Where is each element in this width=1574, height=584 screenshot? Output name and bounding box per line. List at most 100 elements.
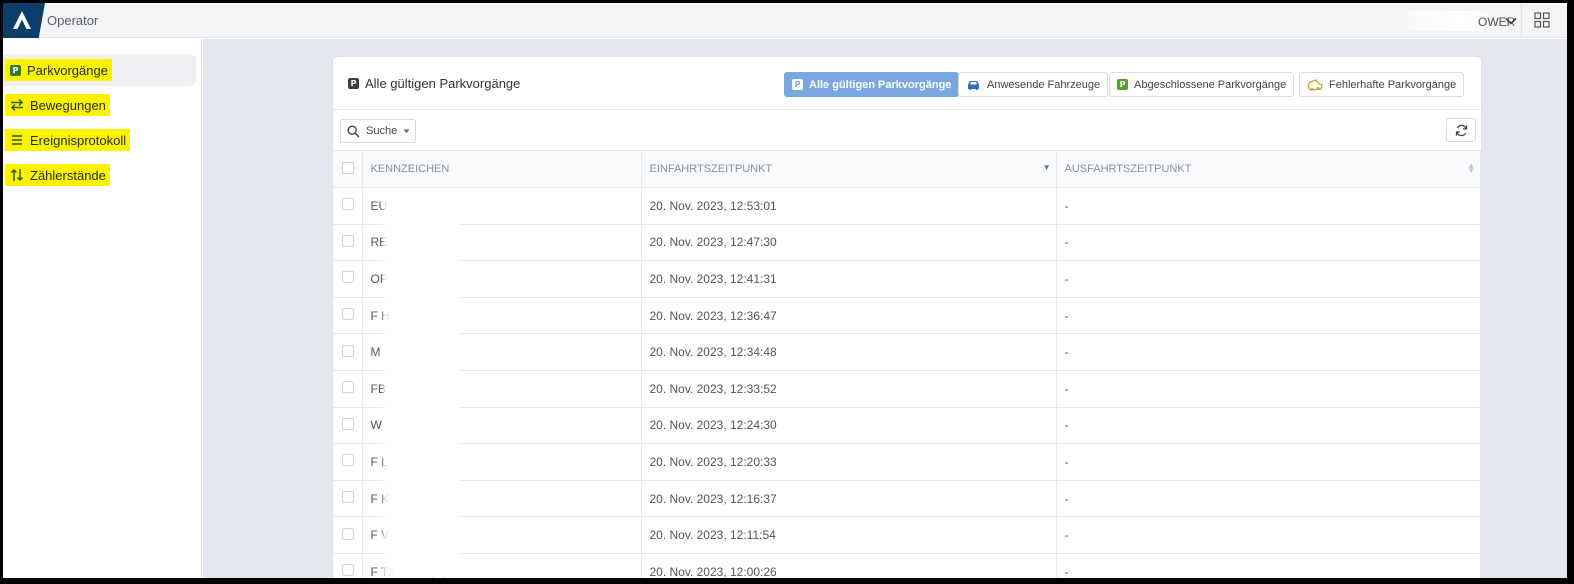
row-select-cell [333,333,363,371]
filter-label: Alle gültigen Parkvorgänge [809,78,952,91]
entry-time-cell: 20. Nov. 2023, 12:33:52 [641,370,1057,408]
row-select-cell [333,187,363,225]
table-row[interactable]: F TX 8888 (D)20. Nov. 2023, 12:00:26- [333,553,1481,578]
select-all-cell [333,150,363,188]
table-row[interactable]: F K 20. Nov. 2023, 12:16:37- [333,480,1481,518]
row-select-cell [333,407,363,445]
row-select-cell [333,443,363,481]
table-row[interactable]: EU 20. Nov. 2023, 12:53:01- [333,187,1481,225]
entry-time-cell: 20. Nov. 2023, 12:24:30 [641,407,1057,445]
row-checkbox[interactable] [342,271,354,284]
row-checkbox[interactable] [342,308,354,321]
entry-time-cell: 20. Nov. 2023, 12:53:01 [641,187,1057,225]
row-select-cell [333,516,363,554]
card-title-text: Alle gültigen Parkvorgänge [365,76,521,91]
sidebar-item-label: Bewegungen [30,97,106,113]
column-header-label: AUSFAHRTSZEITPUNKT [1064,163,1192,175]
table-header-row: KENNZEICHEN EINFAHRTSZEITPUNKT ▼ AUSFAHR… [333,150,1481,188]
table-toolbar: Suche [333,111,1481,151]
sidebar-item-label: Ereignisprotokoll [30,132,127,148]
row-checkbox[interactable] [342,381,354,394]
filter-present-vehicles-button[interactable]: Anwesende Fahrzeuge [958,72,1109,97]
swap-arrows-icon [10,98,24,112]
refresh-icon [1455,124,1467,136]
row-checkbox[interactable] [342,527,354,540]
caret-down-icon [403,129,410,133]
row-checkbox[interactable] [342,234,354,247]
select-all-checkbox[interactable] [342,161,354,174]
entry-time-cell: 20. Nov. 2023, 12:47:30 [641,224,1057,262]
table-row[interactable]: F V 20. Nov. 2023, 12:11:54- [333,516,1481,554]
car-crash-icon [1307,78,1323,91]
table-row[interactable]: F H 20. Nov. 2023, 12:36:47- [333,297,1481,335]
filter-faulty-button[interactable]: Fehlerhafte Parkvorgänge [1299,72,1465,97]
exit-time-cell: - [1056,224,1481,262]
row-checkbox[interactable] [342,198,354,211]
sidebar: P Parkvorgänge Bewegungen Ereignisprotok… [3,39,202,578]
sidebar-item-label: Zählerstände [30,167,106,183]
topbar-divider [1521,3,1522,38]
row-checkbox[interactable] [342,454,354,467]
sidebar-item-label: Parkvorgänge [27,62,108,78]
row-checkbox[interactable] [342,344,354,357]
column-header-exit[interactable]: AUSFAHRTSZEITPUNKT ▲ ▼ [1056,150,1481,188]
row-select-cell [333,553,363,578]
row-checkbox[interactable] [342,491,354,504]
exit-time-cell: - [1056,443,1481,481]
chevron-down-icon [1505,17,1517,25]
sidebar-item-ereignisprotokoll[interactable]: Ereignisprotokoll [3,124,196,156]
table-row[interactable]: M 20. Nov. 2023, 12:34:48- [333,333,1481,371]
nav-highlight: P Parkvorgänge [5,59,112,81]
parking-icon: P [792,79,803,90]
filter-label: Fehlerhafte Parkvorgänge [1329,78,1457,91]
table-row[interactable]: W 20. Nov. 2023, 12:24:30- [333,407,1481,445]
sort-arrows-icon [10,168,24,182]
row-select-cell [333,260,363,298]
table-row[interactable]: FB 20. Nov. 2023, 12:33:52- [333,370,1481,408]
filter-label: Abgeschlossene Parkvorgänge [1134,78,1287,91]
list-icon [12,135,22,145]
parking-table: KENNZEICHEN EINFAHRTSZEITPUNKT ▼ AUSFAHR… [333,150,1481,578]
filter-all-valid-button[interactable]: P Alle gültigen Parkvorgänge [784,72,960,97]
sidebar-item-zaehlerstaende[interactable]: Zählerstände [3,159,196,191]
column-header-plate[interactable]: KENNZEICHEN [362,150,642,188]
entry-time-cell: 20. Nov. 2023, 12:20:33 [641,443,1057,481]
exit-time-cell: - [1056,260,1481,298]
filter-completed-button[interactable]: P Abgeschlossene Parkvorgänge [1109,72,1295,97]
redacted-plates-overlay [383,188,460,578]
search-label: Suche [366,125,398,137]
car-icon [968,80,979,90]
row-select-cell [333,224,363,262]
nav-highlight: Ereignisprotokoll [5,129,131,151]
column-header-label: KENNZEICHEN [370,163,450,175]
sidebar-item-bewegungen[interactable]: Bewegungen [3,89,196,121]
row-select-cell [333,480,363,518]
entry-time-cell: 20. Nov. 2023, 12:00:26 [641,553,1057,578]
table-row[interactable]: OF 20. Nov. 2023, 12:41:31- [333,260,1481,298]
table-row[interactable]: F L 20. Nov. 2023, 12:20:33- [333,443,1481,481]
sidebar-item-parkvorgaenge[interactable]: P Parkvorgänge [3,54,196,86]
nav-highlight: Bewegungen [5,94,110,116]
entry-time-cell: 20. Nov. 2023, 12:11:54 [641,516,1057,554]
apps-grid-icon[interactable] [1534,12,1550,28]
refresh-button[interactable] [1446,118,1476,142]
parking-sessions-card: P Alle gültigen Parkvorgänge P Alle gült… [333,57,1481,578]
row-checkbox[interactable] [342,564,354,577]
exit-time-cell: - [1056,407,1481,445]
filter-label: Anwesende Fahrzeuge [987,78,1101,91]
exit-time-cell: - [1056,516,1481,554]
exit-time-cell: - [1056,553,1481,578]
top-bar: Operator OWER [3,3,1567,38]
app-window: Operator OWER P Parkvorgänge Bewegungen … [3,3,1567,578]
column-header-label: EINFAHRTSZEITPUNKT [649,163,773,175]
exit-time-cell: - [1056,480,1481,518]
search-dropdown[interactable]: Suche [340,119,416,143]
row-checkbox[interactable] [342,417,354,430]
table-row[interactable]: RE 20. Nov. 2023, 12:47:30- [333,224,1481,262]
row-select-cell [333,370,363,408]
entry-time-cell: 20. Nov. 2023, 12:41:31 [641,260,1057,298]
app-logo[interactable] [3,3,45,38]
column-header-entry[interactable]: EINFAHRTSZEITPUNKT ▼ [641,150,1057,188]
search-icon [347,124,360,138]
user-menu[interactable]: OWER [1408,9,1520,33]
